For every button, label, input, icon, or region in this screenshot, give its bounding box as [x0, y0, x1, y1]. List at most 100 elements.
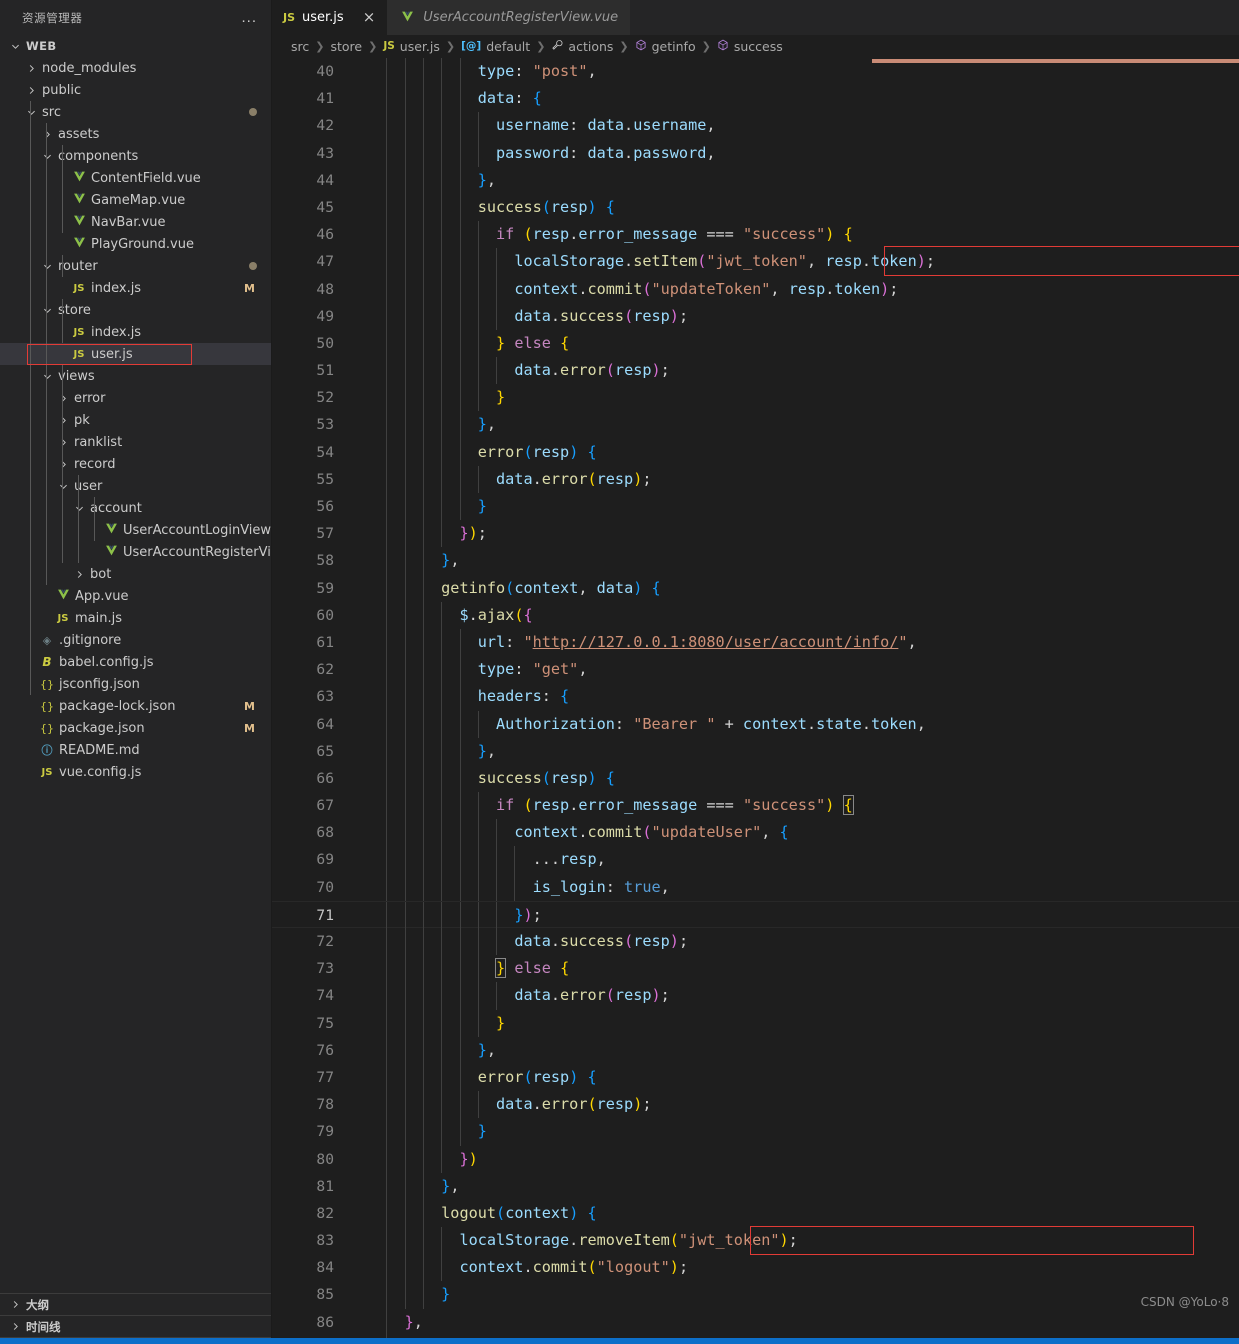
code-line-78[interactable]: 78 data.error(resp); [272, 1091, 1239, 1119]
tree-folder-account[interactable]: account [0, 497, 271, 519]
code-line-80[interactable]: 80 }) [272, 1145, 1239, 1173]
breadcrumb[interactable]: src ❯ store ❯ JS user.js ❯ [@] default ❯ actions ❯ g… [272, 35, 1239, 57]
code-line-65[interactable]: 65 }, [272, 737, 1239, 765]
code-line-52[interactable]: 52 } [272, 384, 1239, 412]
breadcrumb-item-success[interactable]: success [717, 39, 783, 54]
code-line-74[interactable]: 74 data.error(resp); [272, 982, 1239, 1010]
breadcrumb-item-actions[interactable]: actions [551, 39, 613, 54]
tree-folder-assets[interactable]: assets [0, 123, 271, 145]
code-line-82[interactable]: 82 logout(context) { [272, 1199, 1239, 1228]
tree-file-UserAccountLoginView.vue[interactable]: UserAccountLoginView.vue [0, 519, 271, 541]
tree-folder-node_modules[interactable]: node_modules [0, 57, 271, 79]
code-line-58[interactable]: 58 }, [272, 547, 1239, 575]
code-line-64[interactable]: 64 Authorization: "Bearer " + context.st… [272, 710, 1239, 738]
code-line-86[interactable]: 86 }, [272, 1308, 1239, 1336]
sidebar-panel-大纲[interactable]: 大纲 [0, 1294, 271, 1316]
tree-folder-components[interactable]: components [0, 145, 271, 167]
tree-file-.gitignore[interactable]: ◈ .gitignore [0, 629, 271, 651]
code-line-41[interactable]: 41 data: { [272, 85, 1239, 113]
code-line-56[interactable]: 56 } [272, 493, 1239, 521]
breadcrumb-item-src[interactable]: src [291, 39, 309, 54]
code-line-42[interactable]: 42 username: data.username, [272, 112, 1239, 140]
code-line-43[interactable]: 43 password: data.password, [272, 139, 1239, 167]
code-line-79[interactable]: 79 } [272, 1118, 1239, 1146]
code-line-71[interactable]: 71 }); [272, 900, 1239, 929]
tree-file-ContentField.vue[interactable]: ContentField.vue [0, 167, 271, 189]
tree-file-jsconfig.json[interactable]: {} jsconfig.json [0, 673, 271, 695]
tree-folder-public[interactable]: public [0, 79, 271, 101]
tree-file-App.vue[interactable]: App.vue [0, 585, 271, 607]
code-line-57[interactable]: 57 }); [272, 520, 1239, 548]
tree-file-index.js[interactable]: JS index.js [0, 321, 271, 343]
tree-file-main.js[interactable]: JS main.js [0, 607, 271, 629]
code-line-83[interactable]: 83 localStorage.removeItem("jwt_token"); [272, 1227, 1239, 1255]
code-line-45[interactable]: 45 success(resp) { [272, 193, 1239, 222]
explorer-more-actions-icon[interactable]: ... [241, 10, 257, 25]
tree-file-README.md[interactable]: ⓘ README.md [0, 739, 271, 761]
file-tree[interactable]: WEB node_modules public src assets components… [0, 35, 271, 1293]
tab-UserAccountRegisterView.vue[interactable]: UserAccountRegisterView.vue [387, 0, 631, 35]
tree-folder-views[interactable]: views [0, 365, 271, 387]
tree-file-UserAccountRegisterView.vue[interactable]: UserAccountRegisterView.vue [0, 541, 271, 563]
code-line-73[interactable]: 73 } else { [272, 955, 1239, 983]
breadcrumb-item-default[interactable]: [@] default [461, 39, 530, 54]
tree-file-user.js[interactable]: JS user.js [0, 343, 271, 365]
code-line-49[interactable]: 49 data.success(resp); [272, 302, 1239, 330]
code-line-59[interactable]: 59 getinfo(context, data) { [272, 574, 1239, 602]
code-line-54[interactable]: 54 error(resp) { [272, 438, 1239, 466]
tree-folder-pk[interactable]: pk [0, 409, 271, 431]
tree-file-package.json[interactable]: {} package.json M [0, 717, 271, 739]
code-line-85[interactable]: 85 } [272, 1281, 1239, 1309]
breadcrumb-item-user.js[interactable]: JS user.js [383, 39, 440, 54]
code-line-47[interactable]: 47 localStorage.setItem("jwt_token", res… [272, 248, 1239, 276]
tree-folder-bot[interactable]: bot [0, 563, 271, 585]
code-line-87[interactable]: 87 modules: { [272, 1335, 1239, 1338]
code-line-66[interactable]: 66 success(resp) { [272, 764, 1239, 793]
tree-file-vue.config.js[interactable]: JS vue.config.js [0, 761, 271, 783]
editor-tab-bar[interactable]: JS user.js × UserAccountRegisterView.vue [272, 0, 1239, 35]
tab-user.js[interactable]: JS user.js × [272, 0, 388, 35]
code-line-40[interactable]: 40 type: "post", [272, 58, 1239, 86]
tree-folder-src[interactable]: src [0, 101, 271, 123]
tree-file-PlayGround.vue[interactable]: PlayGround.vue [0, 233, 271, 255]
code-line-68[interactable]: 68 context.commit("updateUser", { [272, 819, 1239, 847]
breadcrumb-item-store[interactable]: store [330, 39, 362, 54]
code-line-70[interactable]: 70 is_login: true, [272, 873, 1239, 901]
code-line-81[interactable]: 81 }, [272, 1172, 1239, 1200]
code-line-55[interactable]: 55 data.error(resp); [272, 465, 1239, 493]
code-editor[interactable]: 40 type: "post", 41 data: {42 username: d… [272, 57, 1239, 1338]
code-line-72[interactable]: 72 data.success(resp); [272, 928, 1239, 956]
tree-folder-user[interactable]: user [0, 475, 271, 497]
tree-folder-error[interactable]: error [0, 387, 271, 409]
code-line-50[interactable]: 50 } else { [272, 329, 1239, 358]
code-line-69[interactable]: 69 ...resp, [272, 846, 1239, 874]
code-line-51[interactable]: 51 data.error(resp); [272, 357, 1239, 385]
code-lines[interactable]: 40 type: "post", 41 data: {42 username: d… [272, 57, 1239, 1338]
tree-root-web[interactable]: WEB [0, 35, 271, 57]
code-line-63[interactable]: 63 headers: { [272, 683, 1239, 711]
code-line-61[interactable]: 61 url: "http://127.0.0.1:8080/user/acco… [272, 628, 1239, 657]
code-line-77[interactable]: 77 error(resp) { [272, 1063, 1239, 1092]
code-line-62[interactable]: 62 type: "get", [272, 656, 1239, 684]
tree-file-index.js[interactable]: JS index.js M [0, 277, 271, 299]
code-line-44[interactable]: 44 }, [272, 166, 1239, 194]
code-line-60[interactable]: 60 $.ajax({ [272, 601, 1239, 629]
tree-folder-record[interactable]: record [0, 453, 271, 475]
tree-folder-ranklist[interactable]: ranklist [0, 431, 271, 453]
tree-file-package-lock.json[interactable]: {} package-lock.json M [0, 695, 271, 717]
code-line-48[interactable]: 48 context.commit("updateToken", resp.to… [272, 275, 1239, 303]
tree-file-GameMap.vue[interactable]: GameMap.vue [0, 189, 271, 211]
code-line-53[interactable]: 53 }, [272, 411, 1239, 439]
sidebar-panel-时间线[interactable]: 时间线 [0, 1316, 271, 1338]
tree-file-babel.config.js[interactable]: Bbabel.config.js [0, 651, 271, 673]
breadcrumb-item-getinfo[interactable]: getinfo [635, 39, 696, 54]
status-bar[interactable] [0, 1338, 1239, 1344]
close-icon[interactable]: × [363, 10, 376, 25]
tree-file-NavBar.vue[interactable]: NavBar.vue [0, 211, 271, 233]
tree-folder-router[interactable]: router [0, 255, 271, 277]
code-line-75[interactable]: 75 } [272, 1009, 1239, 1037]
code-line-67[interactable]: 67 if (resp.error_message === "success")… [272, 792, 1239, 820]
code-line-76[interactable]: 76 }, [272, 1036, 1239, 1064]
code-line-84[interactable]: 84 context.commit("logout"); [272, 1254, 1239, 1282]
code-line-46[interactable]: 46 if (resp.error_message === "success")… [272, 221, 1239, 249]
